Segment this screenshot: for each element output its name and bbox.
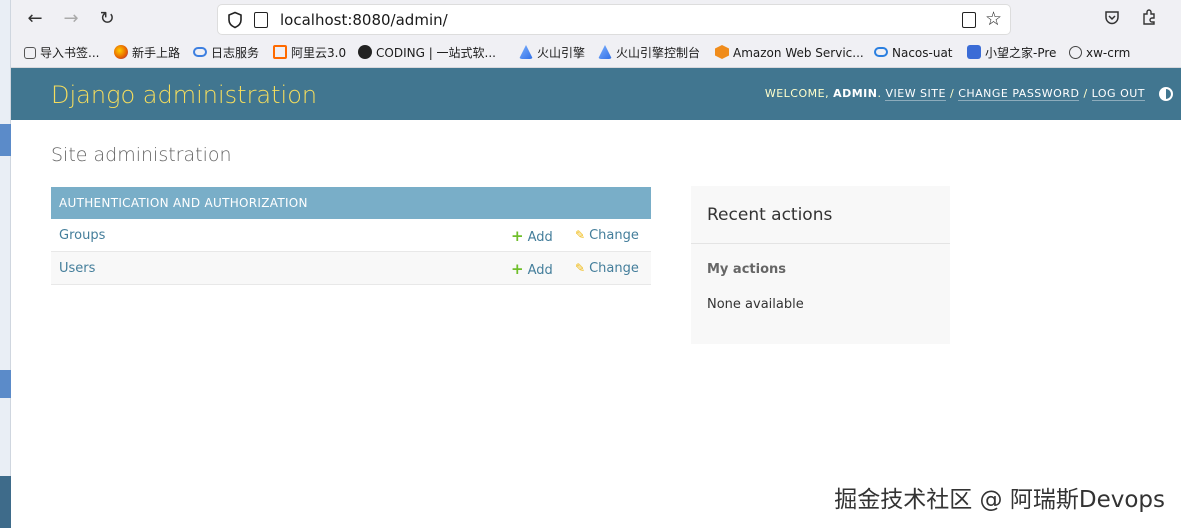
bookmark-star-icon[interactable]: ☆ bbox=[985, 8, 1002, 30]
change-password-link[interactable]: CHANGE PASSWORD bbox=[958, 87, 1080, 101]
bookmark-item[interactable]: CODING | 一站式软... bbox=[358, 44, 496, 62]
theme-toggle-icon[interactable] bbox=[1159, 87, 1173, 101]
username: ADMIN bbox=[833, 87, 878, 100]
aws-icon bbox=[715, 45, 729, 59]
extensions-icon[interactable] bbox=[1138, 8, 1160, 30]
page-info-icon[interactable] bbox=[254, 12, 268, 28]
site-brand[interactable]: Django administration bbox=[51, 81, 317, 109]
back-arrow-icon[interactable]: ← bbox=[23, 7, 47, 31]
pencil-icon: ✎ bbox=[575, 228, 586, 242]
pocket-icon[interactable] bbox=[1101, 8, 1123, 30]
cloud-icon bbox=[193, 47, 207, 57]
shield-icon[interactable] bbox=[226, 11, 244, 29]
model-link-groups[interactable]: Groups bbox=[59, 228, 105, 243]
coding-icon bbox=[358, 45, 372, 59]
view-site-link[interactable]: VIEW SITE bbox=[885, 87, 946, 101]
log-out-link[interactable]: LOG OUT bbox=[1091, 87, 1145, 101]
volcano-icon bbox=[519, 45, 533, 59]
strip-block bbox=[0, 476, 11, 528]
address-bar[interactable]: localhost:8080/admin/ ☆ bbox=[217, 4, 1011, 35]
browser-toolbar: ← → ↻ localhost:8080/admin/ ☆ bbox=[11, 0, 1181, 38]
strip-block bbox=[0, 124, 11, 156]
adjacent-window-strip bbox=[0, 0, 11, 528]
add-groups-button[interactable]: + Add bbox=[511, 227, 553, 245]
separator: / bbox=[949, 87, 955, 100]
bookmark-item[interactable]: Amazon Web Servic... bbox=[715, 44, 864, 62]
page-title: Site administration bbox=[51, 144, 232, 166]
pencil-icon: ✎ bbox=[575, 261, 586, 275]
volcano-icon bbox=[598, 45, 612, 59]
aliyun-icon bbox=[273, 45, 287, 59]
change-users-button[interactable]: ✎ Change bbox=[575, 261, 639, 276]
user-tools: WELCOME, ADMIN. VIEW SITE / CHANGE PASSW… bbox=[764, 87, 1145, 101]
add-users-button[interactable]: + Add bbox=[511, 260, 553, 278]
model-row-groups: Groups + Add ✎ Change bbox=[51, 219, 651, 252]
recent-actions-panel: Recent actions My actions None available bbox=[691, 186, 950, 344]
bookmark-item[interactable]: 火山引擎 bbox=[519, 44, 585, 62]
plus-icon: + bbox=[511, 260, 524, 278]
change-groups-button[interactable]: ✎ Change bbox=[575, 228, 639, 243]
bookmark-item[interactable]: 阿里云3.0 bbox=[273, 44, 346, 62]
bookmark-item[interactable]: 火山引擎控制台 bbox=[598, 44, 700, 62]
model-link-users[interactable]: Users bbox=[59, 261, 95, 276]
bookmark-item[interactable]: 新手上路 bbox=[114, 44, 180, 62]
bookmarks-bar: 导入书签... 新手上路 日志服务 阿里云3.0 CODING | 一站式软..… bbox=[11, 38, 1181, 68]
model-row-users: Users + Add ✎ Change bbox=[51, 252, 651, 285]
firefox-icon bbox=[114, 45, 128, 59]
bookmark-item[interactable]: 小望之家-Pre bbox=[967, 44, 1056, 62]
watermark: 掘金技术社区 @ 阿瑞斯Devops bbox=[834, 487, 1165, 513]
bookmark-item[interactable]: Nacos-uat bbox=[874, 44, 953, 62]
divider bbox=[691, 243, 950, 244]
empty-actions-text: None available bbox=[707, 297, 804, 312]
bookmark-item[interactable]: xw-crm bbox=[1069, 44, 1130, 62]
reload-icon[interactable]: ↻ bbox=[95, 7, 119, 31]
plus-icon: + bbox=[511, 227, 524, 245]
site-header: Django administration WELCOME, ADMIN. VI… bbox=[11, 68, 1181, 120]
nacos-icon bbox=[874, 47, 888, 57]
url-text[interactable]: localhost:8080/admin/ bbox=[280, 11, 448, 29]
globe-icon bbox=[1069, 46, 1082, 59]
module-caption[interactable]: AUTHENTICATION AND AUTHORIZATION bbox=[51, 187, 651, 219]
import-icon bbox=[24, 47, 36, 59]
welcome-text: WELCOME, bbox=[764, 87, 830, 100]
reader-view-icon[interactable] bbox=[962, 12, 976, 28]
auth-module: AUTHENTICATION AND AUTHORIZATION Groups … bbox=[51, 187, 651, 285]
strip-block bbox=[0, 370, 11, 398]
separator: / bbox=[1083, 87, 1088, 100]
forward-arrow-icon[interactable]: → bbox=[59, 7, 83, 31]
w-icon bbox=[967, 45, 981, 59]
recent-actions-title: Recent actions bbox=[707, 205, 833, 225]
bookmark-item[interactable]: 导入书签... bbox=[24, 44, 99, 62]
my-actions-heading: My actions bbox=[707, 262, 787, 277]
bookmark-item[interactable]: 日志服务 bbox=[193, 44, 259, 62]
